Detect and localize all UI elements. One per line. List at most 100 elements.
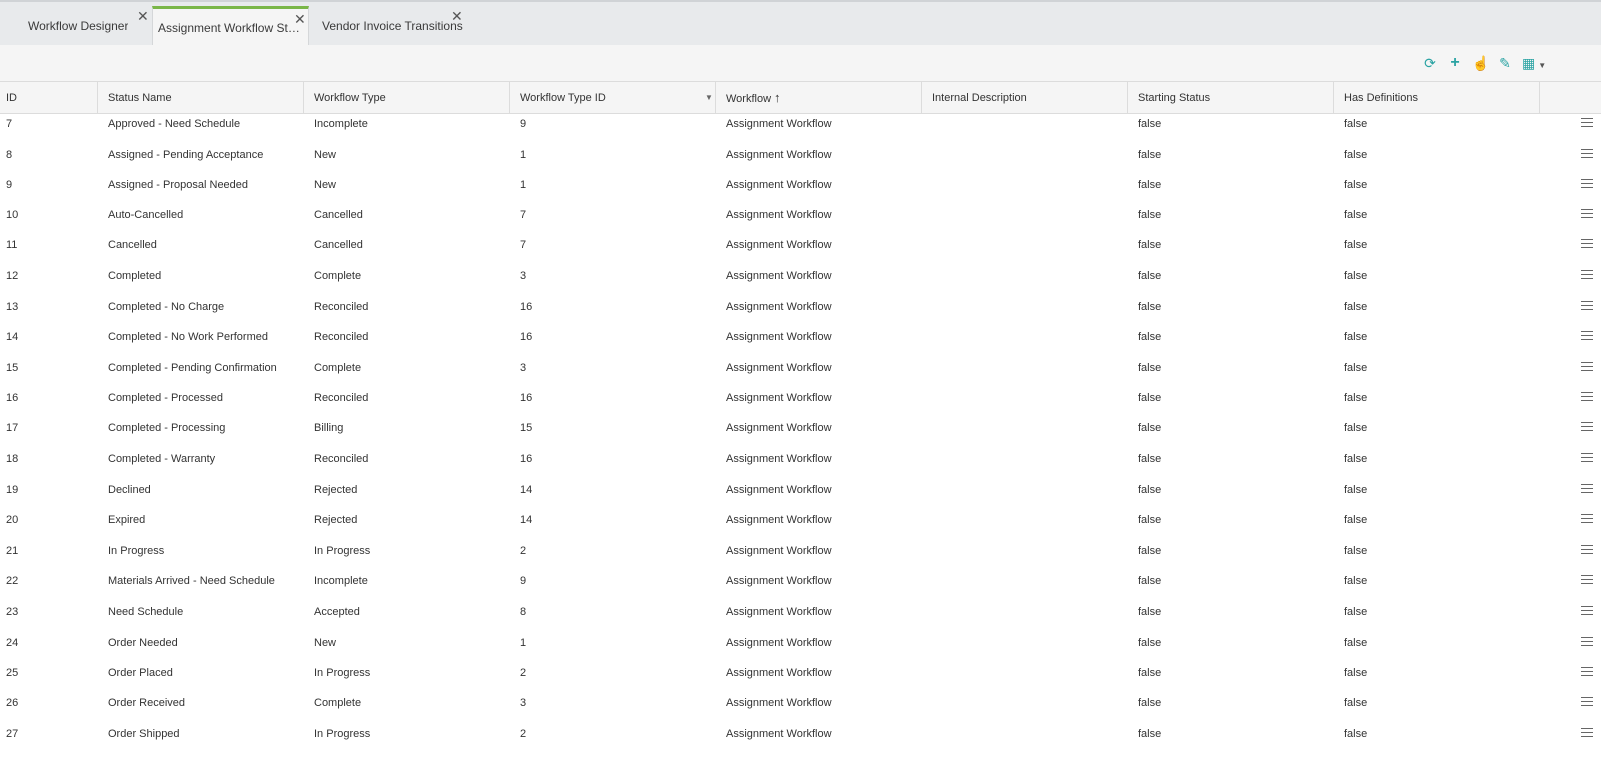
row-menu-icon[interactable] (1581, 392, 1593, 402)
row-menu-icon[interactable] (1581, 239, 1593, 249)
cell-workflow: Assignment Workflow (726, 453, 832, 465)
cell-starting-status: false (1138, 514, 1162, 526)
close-icon[interactable]: ✕ (294, 12, 306, 26)
tab-assignment-workflow-status[interactable]: Assignment Workflow Statu... ✕ (152, 6, 309, 46)
cell-internal-description (922, 175, 932, 195)
row-menu-icon[interactable] (1581, 301, 1593, 311)
row-menu-icon[interactable] (1581, 331, 1593, 341)
row-menu-icon[interactable] (1581, 453, 1593, 463)
cell-workflow: Assignment Workflow (726, 209, 832, 221)
table-row[interactable]: 14 Completed - No Work Performed Reconcile… (0, 327, 1601, 358)
close-icon[interactable]: ✕ (451, 9, 463, 23)
cell-workflow-type-id: 1 (520, 149, 527, 161)
hand-pointer-icon[interactable]: ☝ (1472, 55, 1489, 71)
cell-internal-description (922, 480, 932, 500)
cell-workflow: Assignment Workflow (726, 331, 832, 343)
cell-starting-status: false (1138, 575, 1162, 587)
cell-workflow-type-id: 16 (520, 301, 533, 313)
row-menu-icon[interactable] (1581, 637, 1593, 647)
cell-internal-description (922, 602, 932, 622)
column-header-status-name[interactable]: Status Name (98, 82, 304, 114)
table-row[interactable]: 25 Order Placed In Progress 2 Assignment Wor… (0, 663, 1601, 694)
table-row[interactable]: 24 Order Needed New 1 Assignment Workflow fal… (0, 633, 1601, 664)
cell-workflow-type: New (314, 637, 337, 649)
column-header-starting-status[interactable]: Starting Status (1128, 82, 1334, 114)
table-row[interactable]: 9 Assigned - Proposal Needed New 1 Assignmen… (0, 175, 1601, 206)
table-row[interactable]: 7 Approved - Need Schedule Incomplete 9 Assi… (0, 114, 1601, 145)
column-header-workflow[interactable]: Workflow ↑ (716, 82, 922, 114)
column-header-workflow-type[interactable]: Workflow Type (304, 82, 510, 114)
row-menu-icon[interactable] (1581, 667, 1593, 677)
row-menu-icon[interactable] (1581, 545, 1593, 555)
cell-status-name: In Progress (108, 545, 165, 557)
row-menu-icon[interactable] (1581, 484, 1593, 494)
grid-toolbar: ⟳ + ☝ ✎ ▦ ▼ (0, 45, 1601, 82)
cell-starting-status: false (1138, 728, 1162, 740)
grid-columns-icon[interactable]: ▦ ▼ (1522, 55, 1552, 71)
table-row[interactable]: 20 Expired Rejected 14 Assignment Workflow fa… (0, 510, 1601, 541)
row-menu-icon[interactable] (1581, 149, 1593, 159)
close-icon[interactable]: ✕ (137, 9, 149, 23)
cell-id: 18 (6, 453, 19, 465)
cell-starting-status: false (1138, 331, 1162, 343)
tab-workflow-designer[interactable]: Workflow Designer ✕ (0, 6, 150, 46)
cell-workflow-type: In Progress (314, 728, 371, 740)
table-row[interactable]: 22 Materials Arrived - Need Schedule Incom… (0, 571, 1601, 602)
table-row[interactable]: 27 Order Shipped In Progress 2 Assignment Wo… (0, 724, 1601, 755)
row-menu-icon[interactable] (1581, 209, 1593, 219)
cell-internal-description (922, 571, 932, 591)
column-header-has-definitions[interactable]: Has Definitions (1334, 82, 1540, 114)
cell-internal-description (922, 235, 932, 255)
cell-starting-status: false (1138, 697, 1162, 709)
cell-workflow-type-id: 14 (520, 484, 533, 496)
add-icon[interactable]: + (1447, 55, 1463, 71)
table-row[interactable]: 26 Order Received Complete 3 Assignment Work… (0, 693, 1601, 724)
row-menu-icon[interactable] (1581, 697, 1593, 707)
cell-workflow-type: Accepted (314, 606, 360, 618)
row-menu-icon[interactable] (1581, 362, 1593, 372)
row-menu-icon[interactable] (1581, 270, 1593, 280)
column-header-workflow-type-id[interactable]: Workflow Type ID (510, 82, 716, 114)
refresh-icon[interactable]: ⟳ (1422, 55, 1438, 71)
column-header-id[interactable]: ID (0, 82, 98, 114)
cell-starting-status: false (1138, 392, 1162, 404)
row-menu-icon[interactable] (1581, 118, 1593, 128)
row-menu-icon[interactable] (1581, 179, 1593, 189)
table-row[interactable]: 21 In Progress In Progress 2 Assignment Work… (0, 541, 1601, 572)
row-menu-icon[interactable] (1581, 514, 1593, 524)
cell-starting-status: false (1138, 422, 1162, 434)
cell-workflow: Assignment Workflow (726, 545, 832, 557)
column-menu-chevron-down-icon[interactable]: ▼ (702, 82, 716, 114)
cell-workflow-type: New (314, 149, 337, 161)
table-row[interactable]: 16 Completed - Processed Reconciled 16 Assig… (0, 388, 1601, 419)
edit-pencil-icon[interactable]: ✎ (1497, 55, 1513, 71)
row-menu-icon[interactable] (1581, 606, 1593, 616)
row-menu-icon[interactable] (1581, 728, 1593, 738)
column-header-internal-description[interactable]: Internal Description (922, 82, 1128, 114)
cell-starting-status: false (1138, 209, 1162, 221)
table-row[interactable]: 13 Completed - No Charge Reconciled 16 Assig… (0, 297, 1601, 328)
cell-workflow: Assignment Workflow (726, 667, 832, 679)
table-row[interactable]: 23 Need Schedule Accepted 8 Assignment Workf… (0, 602, 1601, 633)
cell-has-definitions: false (1344, 697, 1368, 709)
tab-vendor-invoice-transitions[interactable]: Vendor Invoice Transitions ✕ (311, 6, 471, 46)
cell-workflow: Assignment Workflow (726, 239, 832, 251)
column-header-label: Workflow (726, 93, 772, 105)
table-row[interactable]: 19 Declined Rejected 14 Assignment Workflow f… (0, 480, 1601, 511)
table-row[interactable]: 8 Assigned - Pending Acceptance New 1 Assign… (0, 145, 1601, 176)
table-row[interactable]: 18 Completed - Warranty Reconciled 16 Assign… (0, 449, 1601, 480)
table-row[interactable]: 12 Completed Complete 3 Assignment Workflow f… (0, 266, 1601, 297)
cell-workflow-type: Rejected (314, 484, 358, 496)
table-row[interactable]: 17 Completed - Processing Billing 15 Assignm… (0, 418, 1601, 449)
table-row[interactable]: 15 Completed - Pending Confirmation Comple… (0, 358, 1601, 389)
cell-workflow-type-id: 16 (520, 331, 533, 343)
cell-status-name: Materials Arrived - Need Schedule (108, 575, 275, 587)
table-row[interactable]: 10 Auto-Cancelled Cancelled 7 Assignment Wor… (0, 205, 1601, 236)
table-row[interactable]: 11 Cancelled Cancelled 7 Assignment Workflow… (0, 235, 1601, 266)
row-menu-icon[interactable] (1581, 422, 1593, 432)
cell-workflow-type: New (314, 179, 337, 191)
cell-id: 11 (6, 239, 18, 251)
cell-id: 26 (6, 697, 19, 709)
row-menu-icon[interactable] (1581, 575, 1593, 585)
cell-id: 15 (6, 362, 19, 374)
